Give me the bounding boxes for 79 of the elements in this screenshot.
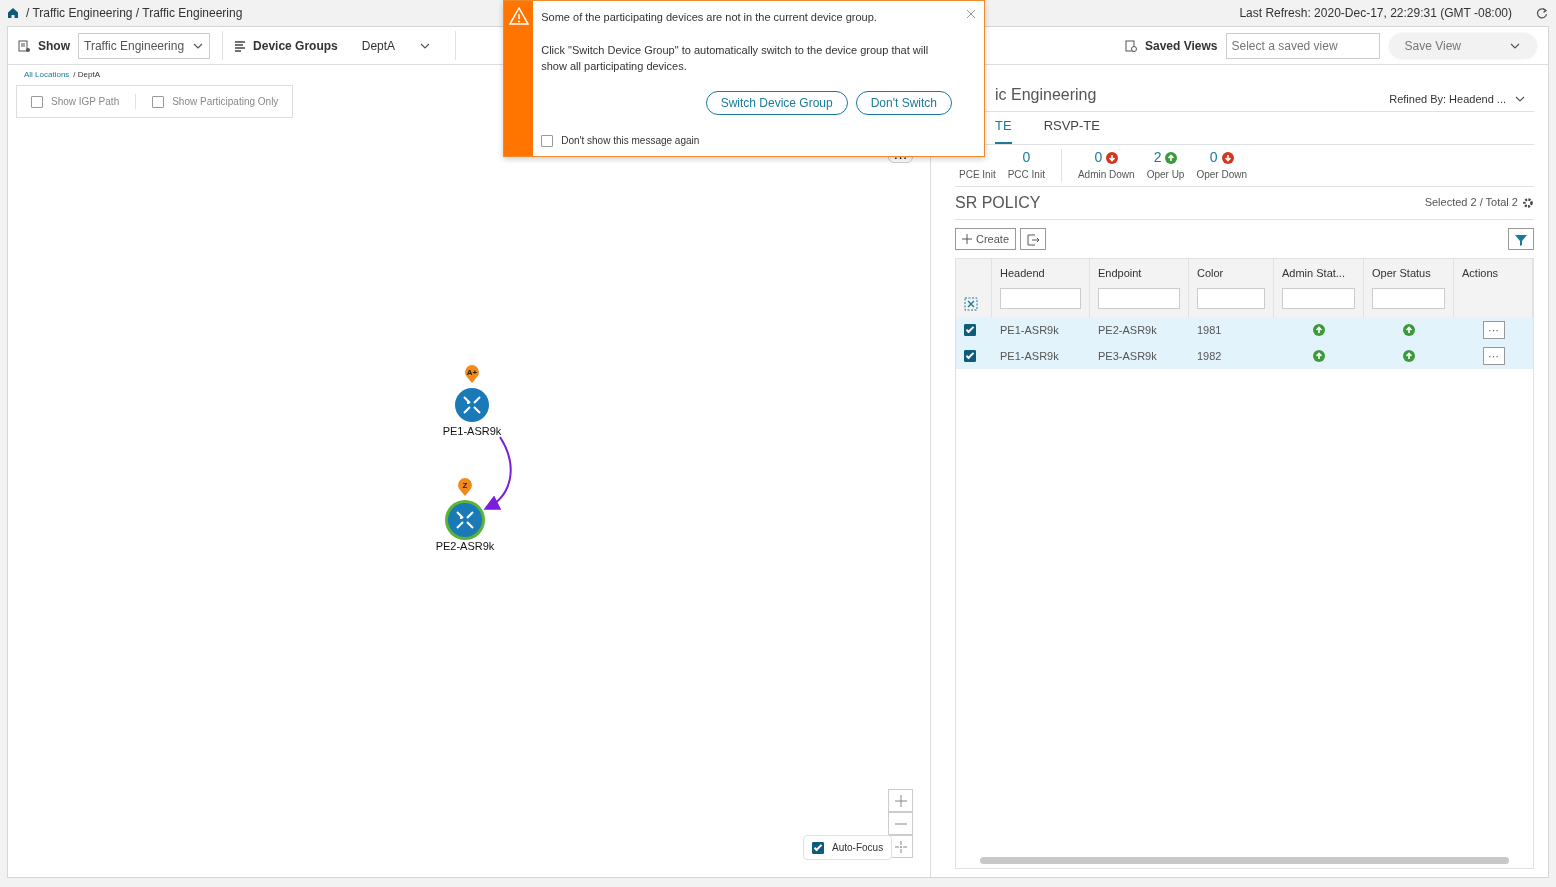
- checkbox[interactable]: [31, 95, 43, 108]
- save-view-button[interactable]: Save View: [1387, 31, 1538, 60]
- filter-field[interactable]: [1197, 287, 1265, 309]
- stat-label: PCC Init: [1007, 167, 1045, 182]
- stat-label: Oper Down: [1196, 167, 1247, 182]
- checkbox-label: Don't show this message again: [561, 134, 700, 148]
- list-icon: [235, 39, 246, 52]
- option-label: Show IGP Path: [51, 95, 120, 109]
- view-dropdown[interactable]: Traffic Engineering: [78, 32, 211, 59]
- option-label: Show Participating Only: [172, 95, 279, 109]
- stat-label: Admin Down: [1077, 167, 1135, 182]
- saved-view-icon: [1125, 39, 1137, 52]
- alert-message: Some of the participating devices are not in the current device group.: [541, 10, 877, 25]
- report-icon: [18, 39, 30, 52]
- refresh-icon[interactable]: [1536, 7, 1548, 19]
- table-cell-text: PE2-ASR9k: [1097, 322, 1158, 338]
- zoom-in-button[interactable]: [888, 789, 913, 812]
- filter-button[interactable]: [1508, 227, 1534, 250]
- checkbox[interactable]: [812, 841, 824, 854]
- node-label: PE2-ASR9k: [435, 540, 495, 552]
- refine-dropdown[interactable]: Refined By: Headend ...: [1389, 90, 1534, 107]
- stat-value: 0: [1094, 148, 1103, 167]
- node-label: PE1-ASR9k: [442, 425, 502, 437]
- selection-count: Selected 2 / Total 2: [1424, 195, 1518, 211]
- last-refresh-text: Last Refresh: 2020-Dec-17, 22:29:31 (GMT -08:00): [1239, 5, 1512, 22]
- checkbox[interactable]: [152, 95, 165, 108]
- checkbox[interactable]: [964, 324, 976, 336]
- filter-icon: [1515, 233, 1527, 246]
- location-link[interactable]: All Locations: [24, 69, 70, 81]
- deselect-all-icon[interactable]: [964, 297, 978, 311]
- panel-title: ic Engineering: [995, 85, 1097, 105]
- table-cell-text: 1981: [1196, 322, 1223, 338]
- filter-field[interactable]: [1000, 287, 1081, 309]
- filter-field[interactable]: [1372, 287, 1445, 309]
- checkbox[interactable]: [541, 134, 554, 147]
- settings-icon[interactable]: [1522, 196, 1534, 209]
- filter-field[interactable]: [1098, 287, 1180, 309]
- show-label: Show: [38, 37, 70, 55]
- stat-label: Oper Up: [1146, 167, 1185, 182]
- checkbox[interactable]: [964, 350, 976, 362]
- dialog-button[interactable]: Switch Device Group: [705, 90, 848, 115]
- table-cell-text: PE1-ASR9k: [999, 322, 1060, 338]
- stat-value: 0: [1209, 148, 1218, 167]
- home-icon[interactable]: [8, 8, 18, 18]
- router-node[interactable]: [445, 500, 485, 540]
- stat-value: 2: [1153, 148, 1162, 167]
- table-cell-text: PE3-ASR9k: [1097, 348, 1158, 364]
- stat-label: PCE Init: [959, 167, 996, 182]
- table-cell-text: PE1-ASR9k: [999, 348, 1060, 364]
- tab[interactable]: TE: [995, 112, 1012, 144]
- warning-icon: [508, 7, 529, 25]
- alert-detail: Click "Switch Device Group" to automatically switch to the device group that will show all participating devices.: [541, 42, 930, 74]
- actions-button[interactable]: ···: [1482, 321, 1505, 339]
- endpoint-badge: A+: [465, 365, 479, 383]
- tab[interactable]: RSVP-TE: [1043, 112, 1100, 144]
- create-button[interactable]: Create: [955, 227, 1017, 250]
- router-node[interactable]: [455, 388, 489, 422]
- breadcrumb-text: / Traffic Engineering / Traffic Engineering: [26, 5, 243, 22]
- table-cell-text: 1982: [1196, 348, 1223, 364]
- endpoint-badge: Z: [458, 478, 472, 496]
- scrollbar[interactable]: [980, 857, 1509, 864]
- export-button[interactable]: [1020, 227, 1047, 250]
- dialog-button[interactable]: Don't Switch: [855, 90, 952, 115]
- device-groups-label: Device Groups: [253, 37, 338, 55]
- location-text: / DeptA: [73, 69, 101, 81]
- saved-view-field[interactable]: Select a saved view: [1225, 32, 1380, 59]
- stat-value: 0: [1022, 148, 1031, 167]
- export-icon: [1027, 233, 1040, 246]
- fit-icon: [894, 840, 907, 853]
- actions-button[interactable]: ···: [1482, 347, 1505, 365]
- auto-focus-label: Auto-Focus: [832, 841, 884, 855]
- saved-views-label: Saved Views: [1145, 37, 1218, 55]
- plus-icon: [894, 794, 907, 807]
- zoom-out-button[interactable]: [888, 812, 913, 835]
- plus-icon: [962, 233, 972, 244]
- device-group-dropdown[interactable]: DeptA: [345, 36, 448, 55]
- section-title: SR POLICY: [955, 192, 1041, 213]
- close-icon[interactable]: [966, 9, 976, 19]
- filter-field[interactable]: [1282, 287, 1355, 309]
